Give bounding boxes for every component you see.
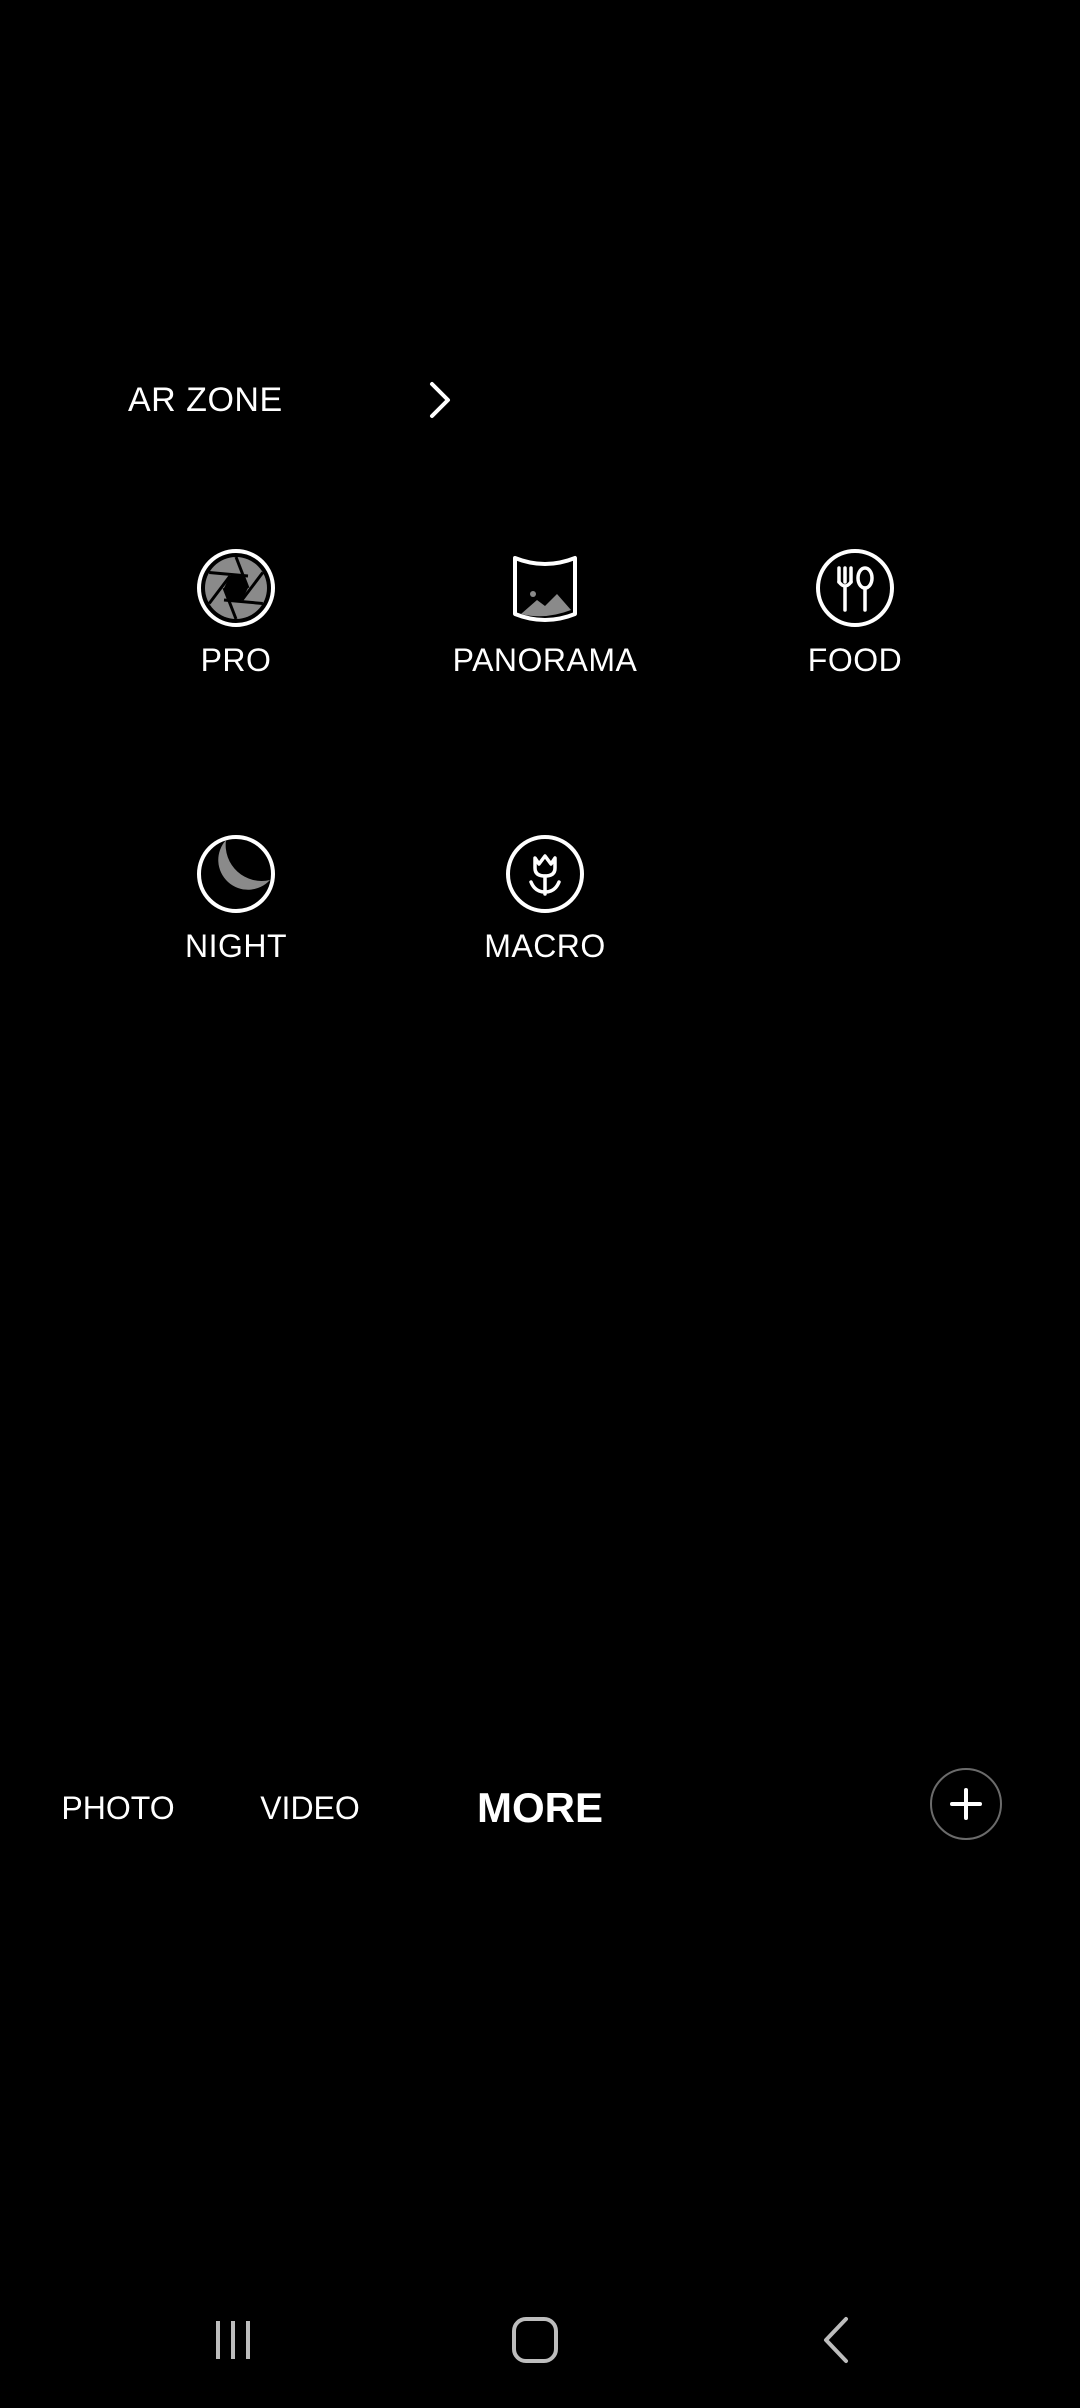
moon-icon <box>197 835 275 913</box>
recents-button[interactable] <box>173 2300 293 2380</box>
ar-zone-label: AR ZONE <box>128 380 283 419</box>
back-button[interactable] <box>779 2300 899 2380</box>
fork-spoon-icon <box>816 549 894 627</box>
ar-zone-row[interactable]: AR ZONE <box>128 360 468 440</box>
tab-video[interactable]: VIDEO <box>246 1768 374 1848</box>
mode-pro-label: PRO <box>200 642 272 678</box>
navigation-bar <box>0 2300 1080 2380</box>
mode-pro[interactable]: PRO <box>106 548 366 728</box>
mode-panorama[interactable]: PANORAMA <box>415 548 675 728</box>
aperture-icon <box>197 549 275 627</box>
mode-panorama-label: PANORAMA <box>452 642 638 678</box>
mode-tabs: PHOTO VIDEO MORE <box>0 1768 1080 1848</box>
recents-icon <box>216 2321 250 2359</box>
mode-food[interactable]: FOOD <box>725 548 985 728</box>
back-icon <box>824 2317 848 2363</box>
plus-icon <box>950 1788 982 1820</box>
mode-night[interactable]: NIGHT <box>106 834 366 1014</box>
flower-icon <box>506 835 584 913</box>
mode-macro-label: MACRO <box>484 928 606 964</box>
chevron-right-icon <box>430 382 450 418</box>
mode-macro[interactable]: MACRO <box>415 834 675 1014</box>
tab-more[interactable]: MORE <box>460 1768 620 1848</box>
add-mode-button[interactable] <box>930 1768 1002 1840</box>
mode-food-label: FOOD <box>807 642 903 678</box>
home-button[interactable] <box>475 2300 595 2380</box>
home-icon <box>512 2317 558 2363</box>
tab-photo[interactable]: PHOTO <box>50 1768 186 1848</box>
mode-night-label: NIGHT <box>184 928 288 964</box>
panorama-icon <box>513 556 577 622</box>
